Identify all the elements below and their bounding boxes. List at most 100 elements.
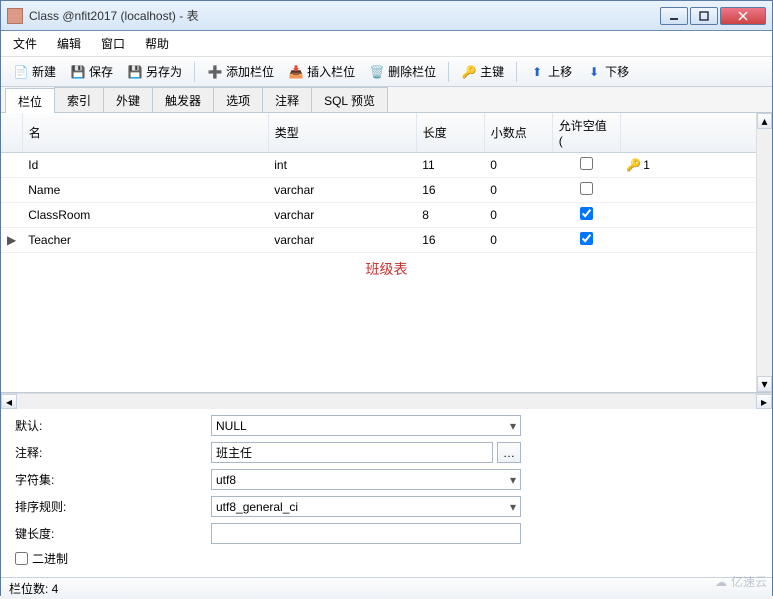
col-null[interactable]: 允许空值 ( [552,113,620,153]
pkey-label: 主键 [480,63,504,80]
menu-file[interactable]: 文件 [13,35,37,52]
charset-select[interactable]: utf8▾ [211,469,521,490]
cell-null[interactable] [552,228,620,253]
cell-key[interactable] [620,203,771,228]
delcol-button[interactable]: 🗑️删除栏位 [365,61,440,82]
cell-name[interactable]: Name [22,178,268,203]
movedown-button[interactable]: ⬇下移 [582,61,633,82]
cell-name[interactable]: Id [22,153,268,178]
cell-len[interactable]: 16 [416,178,484,203]
cell-len[interactable]: 16 [416,228,484,253]
comment-input[interactable]: 班主任 [211,442,493,463]
comment-value: 班主任 [216,444,252,461]
tab-sql[interactable]: SQL 预览 [311,87,388,112]
scroll-down-button[interactable]: ▾ [757,376,772,392]
table-row[interactable]: Idint110 🔑1 [1,153,772,178]
maximize-button[interactable] [690,7,718,25]
cell-type[interactable]: varchar [268,228,416,253]
cell-dec[interactable]: 0 [484,153,552,178]
moveup-button[interactable]: ⬆上移 [525,61,576,82]
null-checkbox[interactable] [580,157,593,170]
cell-len[interactable]: 11 [416,153,484,178]
cell-name[interactable]: ClassRoom [22,203,268,228]
save-icon: 💾 [70,64,86,80]
col-len[interactable]: 长度 [416,113,484,153]
cell-dec[interactable]: 0 [484,203,552,228]
tab-fields[interactable]: 栏位 [5,88,55,113]
cell-key[interactable] [620,178,771,203]
cell-null[interactable] [552,203,620,228]
col-dec[interactable]: 小数点 [484,113,552,153]
table-row[interactable]: ▶Teachervarchar160 [1,228,772,253]
col-name[interactable]: 名 [22,113,268,153]
collate-value: utf8_general_ci [216,500,298,514]
cell-key[interactable] [620,228,771,253]
charset-label: 字符集: [15,471,211,488]
menu-help[interactable]: 帮助 [145,35,169,52]
tab-index[interactable]: 索引 [54,87,104,112]
close-button[interactable] [720,7,766,25]
comment-browse-button[interactable]: … [497,442,521,463]
tab-fk[interactable]: 外键 [103,87,153,112]
chevron-down-icon: ▾ [510,419,516,433]
key-icon: 🔑 [461,64,477,80]
watermark: ☁亿速云 [715,573,767,590]
scroll-track[interactable] [17,394,756,409]
cell-type[interactable]: varchar [268,203,416,228]
tabs: 栏位 索引 外键 触发器 选项 注释 SQL 预览 [1,87,772,113]
save-button[interactable]: 💾保存 [66,61,117,82]
grid-area: 名 类型 长度 小数点 允许空值 ( Idint110🔑1Namevarchar… [1,113,772,393]
inscol-button[interactable]: 📥插入栏位 [284,61,359,82]
menu-edit[interactable]: 编辑 [57,35,81,52]
inscol-icon: 📥 [288,64,304,80]
cell-key[interactable]: 🔑1 [620,153,771,178]
col-type[interactable]: 类型 [268,113,416,153]
null-checkbox[interactable] [580,182,593,195]
scroll-right-button[interactable]: ▸ [756,394,772,409]
cell-type[interactable]: int [268,153,416,178]
cell-len[interactable]: 8 [416,203,484,228]
null-checkbox[interactable] [580,232,593,245]
new-icon: 📄 [13,64,29,80]
col-key[interactable] [620,113,771,153]
tab-comment[interactable]: 注释 [262,87,312,112]
scroll-track[interactable] [757,129,772,376]
app-icon [7,8,23,24]
cell-name[interactable]: Teacher [22,228,268,253]
fields-table[interactable]: 名 类型 长度 小数点 允许空值 ( Idint110🔑1Namevarchar… [1,113,772,253]
scroll-up-button[interactable]: ▴ [757,113,772,129]
cell-null[interactable] [552,178,620,203]
default-value: NULL [216,419,247,433]
keylen-input[interactable] [211,523,521,544]
horizontal-scrollbar[interactable]: ◂ ▸ [1,393,772,409]
new-label: 新建 [32,63,56,80]
pkey-button[interactable]: 🔑主键 [457,61,508,82]
saveas-icon: 💾 [127,64,143,80]
tab-options[interactable]: 选项 [213,87,263,112]
row-marker [1,153,22,178]
new-button[interactable]: 📄新建 [9,61,60,82]
table-row[interactable]: ClassRoomvarchar80 [1,203,772,228]
menu-window[interactable]: 窗口 [101,35,125,52]
minimize-button[interactable] [660,7,688,25]
default-select[interactable]: NULL ▾ [211,415,521,436]
saveas-button[interactable]: 💾另存为 [123,61,186,82]
cell-type[interactable]: varchar [268,178,416,203]
binary-checkbox[interactable] [15,552,28,565]
tab-trigger[interactable]: 触发器 [152,87,214,112]
null-checkbox[interactable] [580,207,593,220]
menubar: 文件 编辑 窗口 帮助 [1,31,772,57]
collate-select[interactable]: utf8_general_ci▾ [211,496,521,517]
default-label: 默认: [15,417,211,434]
vertical-scrollbar[interactable]: ▴ ▾ [756,113,772,392]
table-row[interactable]: Namevarchar160 [1,178,772,203]
addcol-button[interactable]: ➕添加栏位 [203,61,278,82]
cell-dec[interactable]: 0 [484,228,552,253]
arrow-down-icon: ⬇ [586,64,602,80]
scroll-left-button[interactable]: ◂ [1,394,17,409]
inscol-label: 插入栏位 [307,63,355,80]
row-marker [1,178,22,203]
cell-dec[interactable]: 0 [484,178,552,203]
annotation-label: 班级表 [366,259,408,279]
cell-null[interactable] [552,153,620,178]
